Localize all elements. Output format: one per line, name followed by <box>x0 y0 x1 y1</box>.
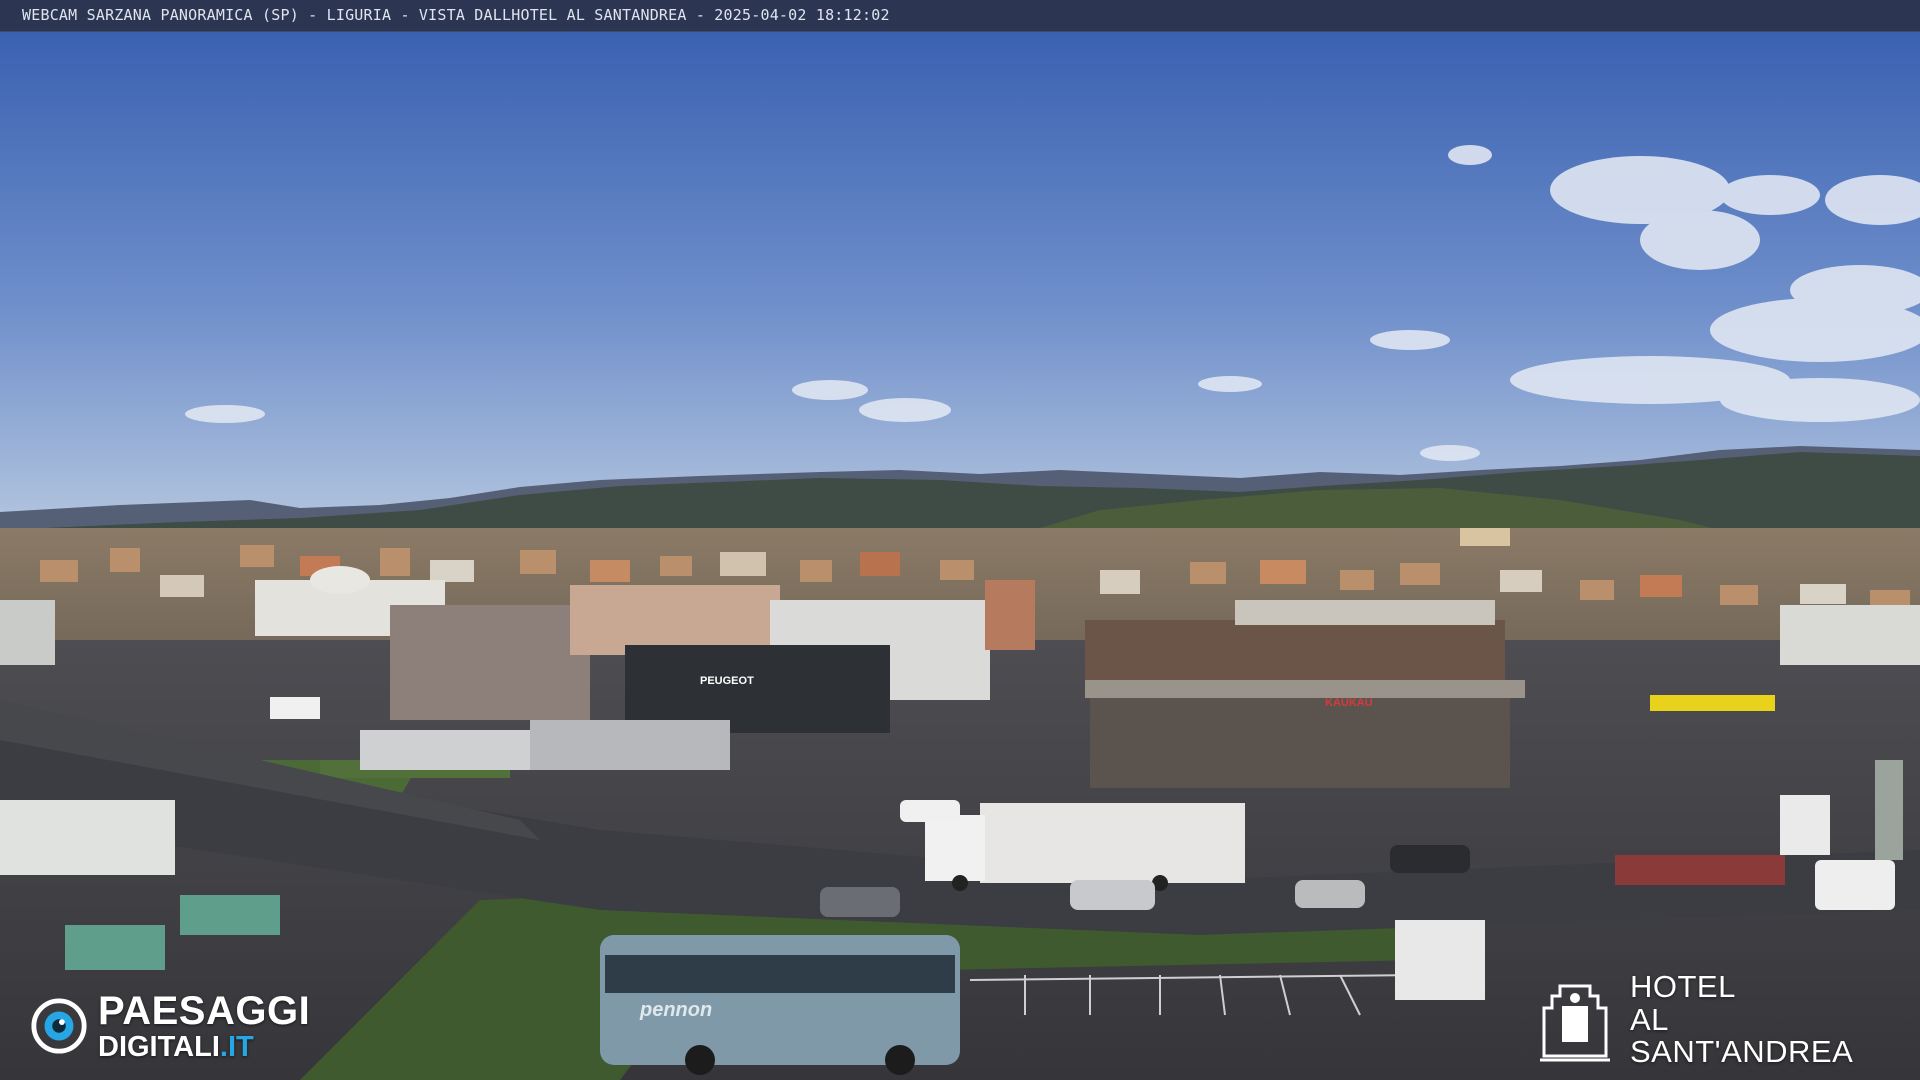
sign-peugeot: PEUGEOT <box>700 675 754 687</box>
hotel-line1: HOTEL <box>1630 969 1736 1005</box>
caption-bar: WEBCAM SARZANA PANORAMICA (SP) - LIGURIA… <box>0 0 1920 32</box>
webcam-scene: PEUGEOT KAUKAU pennon <box>0 31 1920 1080</box>
eye-logo-icon <box>31 998 87 1054</box>
sky <box>0 31 1920 531</box>
brand-bottom-text: DIGITALI <box>98 1030 220 1063</box>
brand-suffix-text: .IT <box>219 1030 254 1063</box>
hotel-logo: HOTEL AL SANT'ANDREA <box>1540 971 1900 1068</box>
paesaggi-digitali-logo: PAESAGGI DIGITALI.IT <box>30 990 340 1062</box>
hotel-line2: AL SANT'ANDREA <box>1630 1001 1854 1070</box>
brand-top-text: PAESAGGI <box>98 988 311 1033</box>
caption-text: WEBCAM SARZANA PANORAMICA (SP) - LIGURIA… <box>22 6 890 24</box>
sign-bus: pennon <box>639 999 712 1021</box>
sign-kaukau: KAUKAU <box>1325 697 1373 709</box>
hotel-crest-icon <box>1540 984 1610 1062</box>
